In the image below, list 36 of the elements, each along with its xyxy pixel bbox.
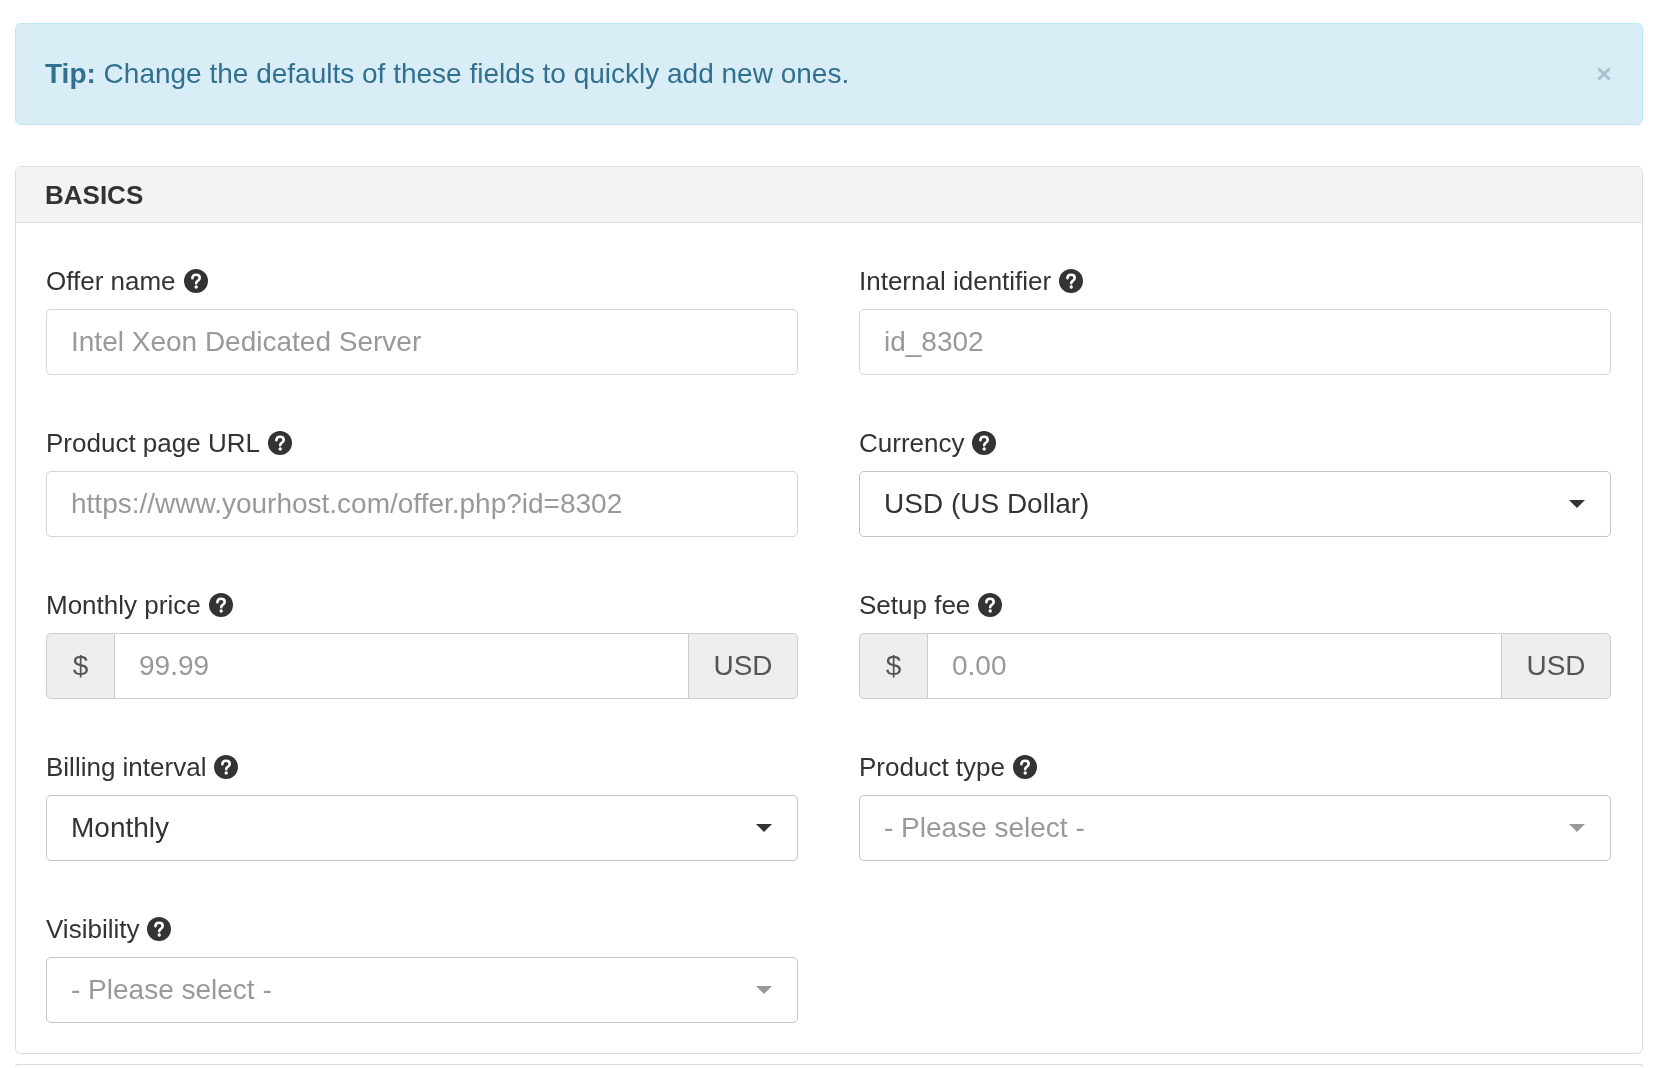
- close-icon: [1596, 66, 1612, 82]
- field-label: Internal identifier: [859, 265, 1052, 297]
- text-field[interactable]: id_8302: [859, 309, 1611, 375]
- price-field[interactable]: 0.00: [928, 633, 1501, 699]
- field-label: Billing interval: [46, 751, 207, 783]
- price-field[interactable]: 99.99: [115, 633, 688, 699]
- currency-suffix: USD: [1501, 633, 1611, 699]
- field-label: Monthly price: [46, 589, 201, 621]
- currency-prefix: $: [46, 633, 115, 699]
- field-label: Currency: [859, 427, 965, 459]
- help-icon[interactable]: [147, 917, 172, 941]
- help-icon[interactable]: [978, 593, 1003, 617]
- field-label: Product type: [859, 751, 1005, 783]
- caret-icon: [756, 986, 772, 994]
- help-icon[interactable]: [267, 431, 292, 455]
- tip-message: Tip: Change the defaults of these fields to quickly add new ones.: [45, 57, 850, 91]
- field-label: Product page URL: [46, 427, 260, 459]
- select-field[interactable]: USD (US Dollar): [859, 471, 1611, 537]
- field-label: Visibility: [46, 913, 140, 945]
- help-icon[interactable]: [1013, 755, 1037, 779]
- field-label: Offer name: [46, 265, 176, 297]
- help-icon[interactable]: [972, 431, 997, 455]
- text-field[interactable]: https://www.yourhost.com/offer.php?id=8302: [46, 471, 798, 537]
- select-field[interactable]: Monthly: [46, 795, 798, 861]
- help-icon[interactable]: [214, 755, 239, 779]
- caret-icon: [756, 824, 772, 832]
- currency-prefix: $: [859, 633, 928, 699]
- text-field[interactable]: Intel Xeon Dedicated Server: [46, 309, 798, 375]
- help-icon[interactable]: [1059, 269, 1084, 293]
- currency-suffix: USD: [688, 633, 798, 699]
- caret-icon: [1569, 824, 1585, 832]
- panel-title: BASICS: [45, 179, 144, 210]
- help-icon[interactable]: [208, 593, 233, 617]
- help-icon[interactable]: [183, 269, 208, 293]
- field-label: Setup fee: [859, 589, 971, 621]
- caret-icon: [1569, 500, 1585, 508]
